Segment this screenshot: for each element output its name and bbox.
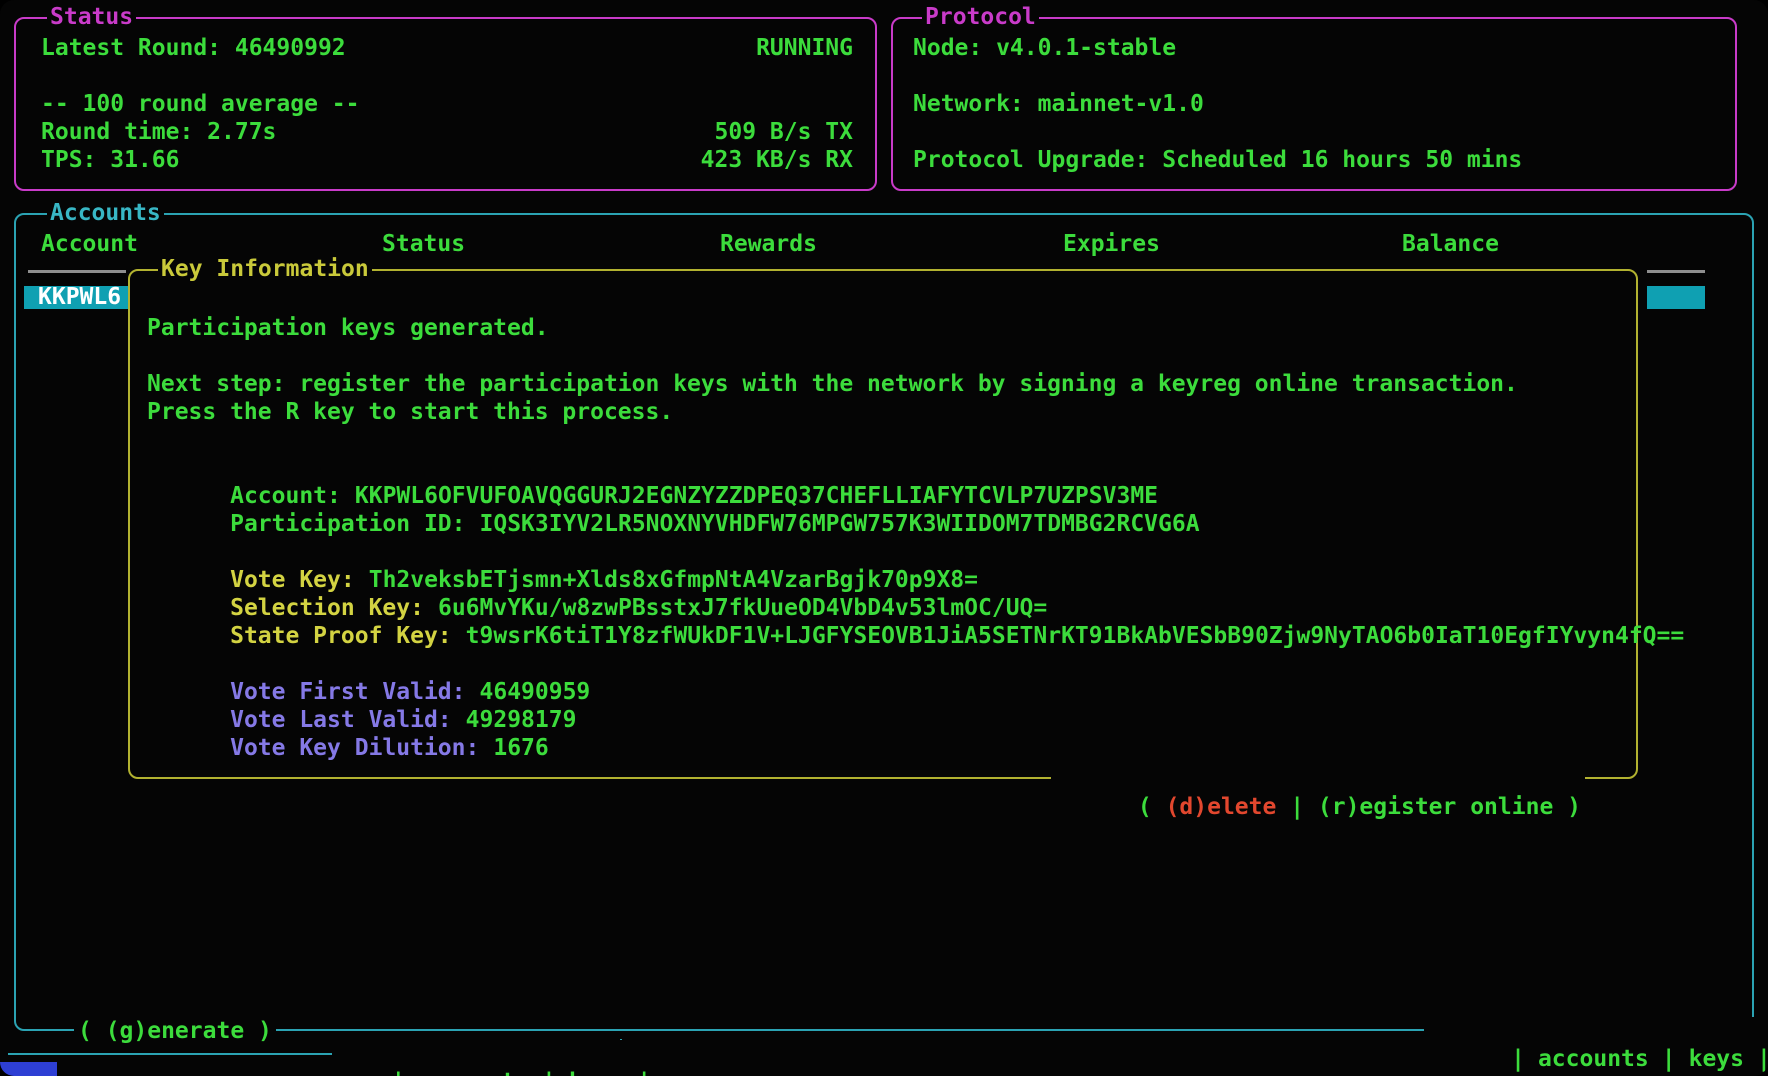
col-header-account: Account	[41, 230, 138, 258]
vote-key-dilution-row: Vote Key Dilution:1676	[147, 706, 549, 734]
key-information-dialog: Key Information Participation keys gener…	[128, 269, 1638, 779]
dialog-actions: ( (d)elete | (r)egister online )	[1051, 765, 1585, 793]
tab-separator: |	[1511, 1046, 1525, 1072]
protocol-panel-title: Protocol	[922, 3, 1039, 31]
account-row: Account:KKPWL6OFVUFOAVQGGURJ2EGNZYZZDPEQ…	[147, 454, 1158, 482]
round-average-header: -- 100 round average --	[41, 90, 360, 118]
col-header-rewards: Rewards	[720, 230, 817, 258]
col-header-expires: Expires	[1063, 230, 1160, 258]
network-name: Network: mainnet-v1.0	[913, 90, 1204, 118]
tx-rate: 509 B/s TX	[715, 118, 853, 146]
vote-first-valid-row: Vote First Valid:46490959	[147, 650, 590, 678]
msg-keys-generated: Participation keys generated.	[147, 314, 549, 342]
register-online-button[interactable]: (r)egister online	[1318, 794, 1553, 820]
selected-account-row[interactable]: KKPWL6	[24, 286, 129, 309]
selection-key-row: Selection Key:6u6MvYKu/w8zwPBsstxJ7fkUue…	[147, 566, 1047, 594]
protocol-panel: Protocol Node: v4.0.1-stable Network: ma…	[891, 17, 1737, 191]
participation-id-row: Participation ID:IQSK3IYV2LR5NOXNYVHDFW7…	[147, 482, 1200, 510]
msg-press-r: Press the R key to start this process.	[147, 398, 673, 426]
vote-key-dilution-label: Vote Key Dilution:	[230, 735, 479, 761]
tps: TPS: 31.66	[41, 146, 179, 174]
node-state-badge: RUNNING	[756, 34, 853, 62]
vote-last-valid-row: Vote Last Valid:49298179	[147, 678, 576, 706]
footer-tab-keys[interactable]: keys	[556, 1069, 637, 1076]
key-information-title: Key Information	[158, 255, 372, 283]
footer-tabs: |accounts|keys|	[332, 1040, 655, 1068]
generate-button[interactable]: ( (g)enerate )	[74, 1017, 276, 1045]
delete-button[interactable]: (d)elete	[1166, 794, 1277, 820]
protocol-upgrade: Protocol Upgrade: Scheduled 16 hours 50 …	[913, 146, 1522, 174]
panel-tabs: |accounts|keys|	[1424, 1017, 1768, 1045]
selected-row-balance-cell[interactable]	[1647, 286, 1705, 309]
header-separator-left	[28, 270, 126, 273]
actions-close-paren: )	[1553, 794, 1581, 820]
tab-separator: |	[1757, 1046, 1768, 1072]
status-panel-title: Status	[47, 3, 136, 31]
terminal-screen: Status Latest Round: 46490992 RUNNING --…	[0, 0, 1768, 1076]
vote-key-row: Vote Key:Th2veksbETjsmn+Xlds8xGfmpNtA4Vz…	[147, 538, 978, 566]
header-separator-right	[1647, 270, 1705, 273]
actions-separator: |	[1276, 794, 1318, 820]
state-proof-key-value: t9wsrK6tiT1Y8zfWUkDF1V+LJGFYSEOVB1JiA5SE…	[466, 623, 1685, 649]
participation-id-label: Participation ID:	[230, 511, 465, 537]
bottom-left-blue-artifact	[0, 1062, 57, 1076]
col-header-status: Status	[382, 230, 465, 258]
state-proof-key-row: State Proof Key:t9wsrK6tiT1Y8zfWUkDF1V+L…	[147, 594, 1684, 622]
tab-keys[interactable]: keys	[1676, 1046, 1757, 1072]
vote-key-dilution-value: 1676	[493, 735, 548, 761]
selected-account-name[interactable]: KKPWL6	[38, 283, 121, 311]
round-time: Round time: 2.77s	[41, 118, 276, 146]
footer-tab-separator: |	[637, 1069, 651, 1076]
actions-open-paren: (	[1138, 794, 1166, 820]
col-header-balance: Balance	[1402, 230, 1499, 258]
tab-accounts[interactable]: accounts	[1525, 1046, 1662, 1072]
rx-rate: 423 KB/s RX	[701, 146, 853, 174]
participation-id-value: IQSK3IYV2LR5NOXNYVHDFW76MPGW757K3WIIDOM7…	[480, 511, 1200, 537]
footer-tab-accounts[interactable]: accounts	[405, 1069, 542, 1076]
footer-tab-separator: |	[542, 1069, 556, 1076]
node-version: Node: v4.0.1-stable	[913, 34, 1176, 62]
tab-separator: |	[1662, 1046, 1676, 1072]
footer-tab-separator: |	[391, 1069, 405, 1076]
accounts-panel-title: Accounts	[47, 199, 164, 227]
latest-round: Latest Round: 46490992	[41, 34, 346, 62]
status-panel: Status Latest Round: 46490992 RUNNING --…	[14, 17, 877, 191]
state-proof-key-label: State Proof Key:	[230, 623, 452, 649]
msg-next-step: Next step: register the participation ke…	[147, 370, 1518, 398]
